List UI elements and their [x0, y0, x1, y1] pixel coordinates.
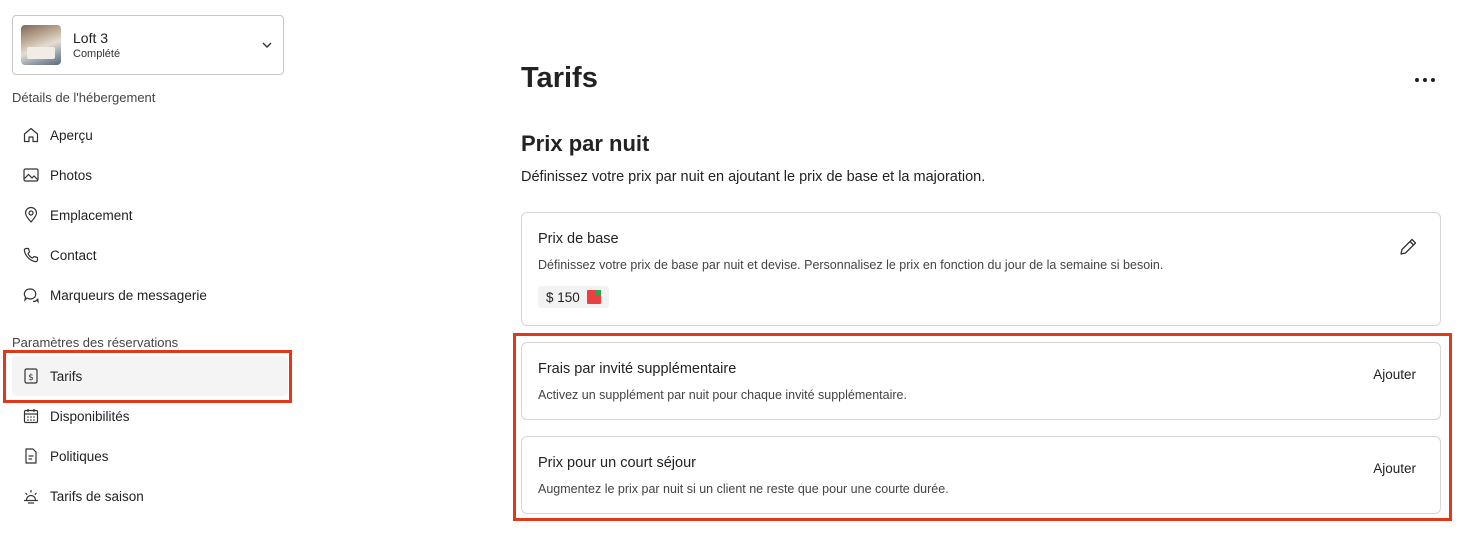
short-stay-card: Prix pour un court séjour Augmentez le p… — [521, 436, 1441, 514]
sidebar-item-label: Tarifs — [50, 368, 83, 384]
extra-guest-title: Frais par invité supplémentaire — [538, 361, 737, 377]
sun-icon — [22, 487, 40, 505]
sidebar-item-disponibilites[interactable]: Disponibilités — [12, 396, 288, 436]
section-label-reservations: Paramètres des réservations — [12, 335, 179, 350]
sidebar-item-label: Aperçu — [50, 127, 93, 143]
sidebar-item-tarifs[interactable]: $ Tarifs — [12, 356, 288, 396]
sidebar-item-label: Emplacement — [50, 207, 133, 223]
sidebar-item-apercu[interactable]: Aperçu — [12, 115, 288, 155]
section-description: Définissez votre prix par nuit en ajouta… — [521, 169, 986, 185]
sidebar-item-marqueurs[interactable]: Marqueurs de messagerie — [12, 275, 288, 315]
base-price-description: Définissez votre prix de base par nuit e… — [538, 258, 1164, 272]
currency-flag-icon — [586, 290, 601, 304]
base-price-value: $ 150 — [546, 289, 580, 305]
short-stay-title: Prix pour un court séjour — [538, 455, 696, 471]
base-price-title: Prix de base — [538, 231, 619, 247]
listing-name: Loft 3 — [73, 30, 109, 46]
price-tag-icon: $ — [22, 367, 40, 385]
base-price-chip: $ 150 — [538, 286, 609, 308]
page-title: Tarifs — [521, 62, 598, 94]
short-stay-description: Augmentez le prix par nuit si un client … — [538, 482, 949, 496]
sidebar-item-contact[interactable]: Contact — [12, 235, 288, 275]
sidebar-item-politiques[interactable]: Politiques — [12, 436, 288, 476]
section-title-prix-par-nuit: Prix par nuit — [521, 131, 650, 156]
chevron-down-icon[interactable] — [259, 37, 275, 53]
sidebar-item-tarifs-saison[interactable]: Tarifs de saison — [12, 476, 288, 516]
phone-icon — [22, 246, 40, 264]
listing-status: Complété — [73, 48, 121, 60]
sidebar-item-photos[interactable]: Photos — [12, 155, 288, 195]
edit-pencil-icon[interactable] — [1396, 235, 1420, 259]
home-icon — [22, 126, 40, 144]
sidebar-item-label: Contact — [50, 247, 97, 263]
sidebar-item-emplacement[interactable]: Emplacement — [12, 195, 288, 235]
document-icon — [22, 447, 40, 465]
add-extra-guest-button[interactable]: Ajouter — [1373, 367, 1416, 382]
location-pin-icon — [22, 206, 40, 224]
base-price-card: Prix de base Définissez votre prix de ba… — [521, 212, 1441, 326]
calendar-icon — [22, 407, 40, 425]
chat-bubbles-icon — [22, 286, 40, 304]
sidebar-item-label: Tarifs de saison — [50, 488, 144, 504]
listing-thumbnail — [21, 25, 61, 65]
extra-guest-card: Frais par invité supplémentaire Activez … — [521, 342, 1441, 420]
add-short-stay-button[interactable]: Ajouter — [1373, 461, 1416, 476]
sidebar-item-label: Photos — [50, 167, 93, 183]
section-label-accommodation: Détails de l'hébergement — [12, 90, 156, 105]
more-options-icon[interactable] — [1409, 70, 1441, 90]
sidebar-item-label: Marqueurs de messagerie — [50, 287, 207, 303]
sidebar-item-label: Disponibilités — [50, 408, 130, 424]
extra-guest-description: Activez un supplément par nuit pour chaq… — [538, 388, 907, 402]
listing-selector[interactable]: Loft 3 Complété — [12, 15, 284, 75]
svg-text:$: $ — [28, 373, 34, 383]
image-icon — [22, 166, 40, 184]
sidebar-item-label: Politiques — [50, 448, 109, 464]
